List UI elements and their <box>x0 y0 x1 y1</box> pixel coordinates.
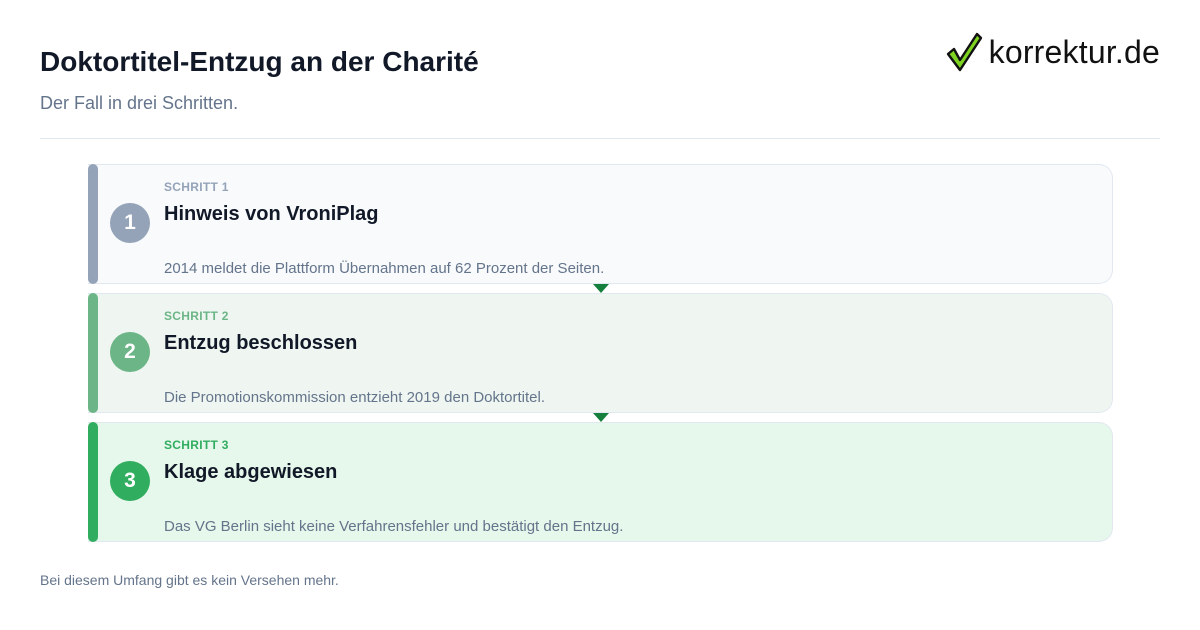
arrow-down-icon <box>593 284 609 293</box>
page-title: Doktortitel-Entzug an der Charité <box>40 46 479 77</box>
step-accent-bar <box>88 164 98 284</box>
step-description: 2014 meldet die Plattform Übernahmen auf… <box>164 260 605 277</box>
step-card: 2 SCHRITT 2 Entzug beschlossen Die Promo… <box>88 293 1113 422</box>
step-label: SCHRITT 2 <box>164 309 229 323</box>
step-heading: Hinweis von VroniPlag <box>164 203 379 225</box>
checkmark-icon <box>946 32 982 72</box>
steps-list: 1 SCHRITT 1 Hinweis von VroniPlag 2014 m… <box>88 164 1113 551</box>
brand-logo[interactable]: korrektur.de <box>945 30 1160 74</box>
arrow-down-icon <box>593 413 609 422</box>
step-number-badge: 3 <box>110 461 150 501</box>
step-description: Die Promotionskommission entzieht 2019 d… <box>164 389 546 406</box>
page-subtitle: Der Fall in drei Schritten. <box>40 93 239 113</box>
step-description: Das VG Berlin sieht keine Verfahrensfehl… <box>164 518 624 535</box>
step-accent-bar <box>88 422 98 542</box>
step-heading: Entzug beschlossen <box>164 332 358 354</box>
step-number-badge: 2 <box>110 332 150 372</box>
step-heading: Klage abgewiesen <box>164 461 338 483</box>
footer-note: Bei diesem Umfang gibt es kein Versehen … <box>40 572 339 588</box>
step-number-badge: 1 <box>110 203 150 243</box>
page-header: Doktortitel-Entzug an der Charité Der Fa… <box>40 0 1160 139</box>
step-card: 3 SCHRITT 3 Klage abgewiesen Das VG Berl… <box>88 422 1113 542</box>
step-accent-bar <box>88 293 98 413</box>
step-label: SCHRITT 1 <box>164 180 229 194</box>
logo-text: korrektur.de <box>988 33 1160 70</box>
step-label: SCHRITT 3 <box>164 438 229 452</box>
step-card: 1 SCHRITT 1 Hinweis von VroniPlag 2014 m… <box>88 164 1113 293</box>
